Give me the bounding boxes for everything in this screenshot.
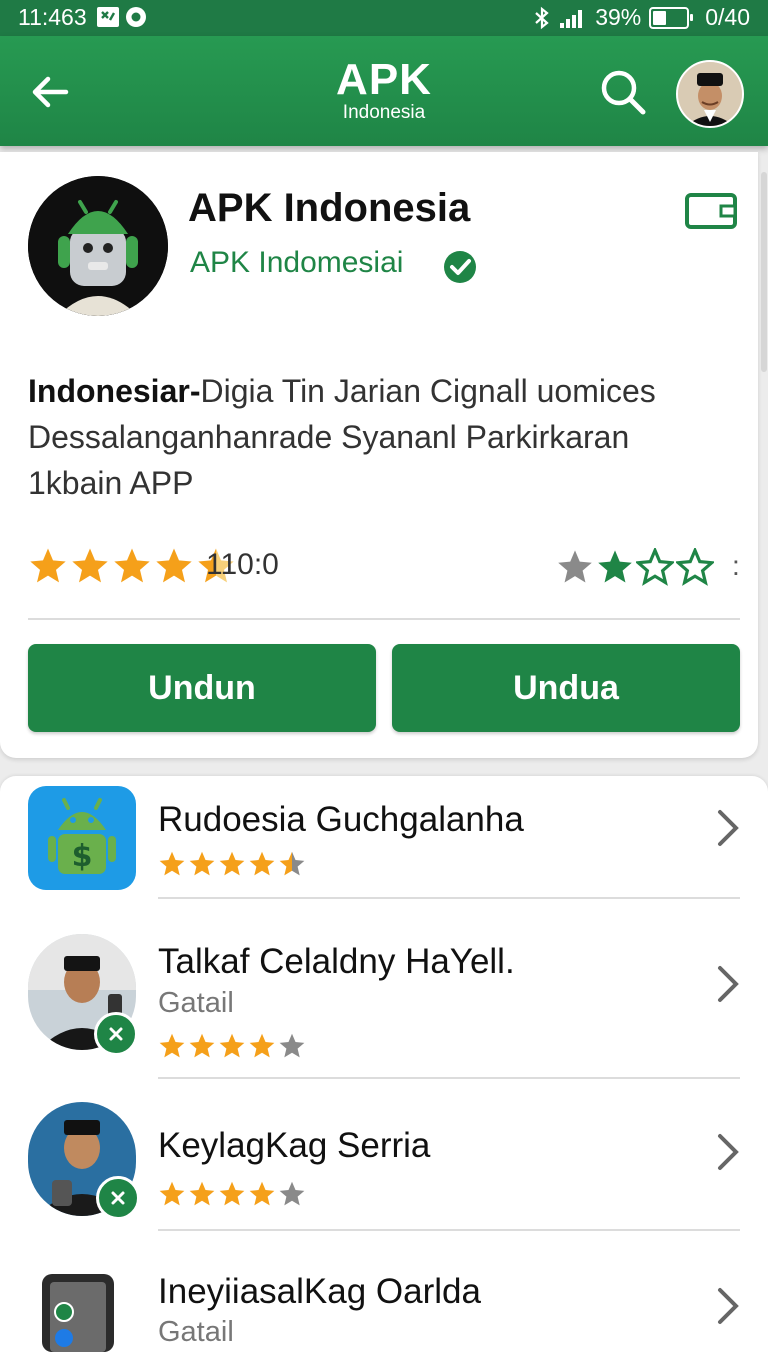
rating-more-dots: : xyxy=(732,550,740,581)
app-avatar xyxy=(28,176,168,316)
status-time: 11:463 xyxy=(18,4,87,30)
list-item-subtitle: Gatail xyxy=(158,987,234,1019)
svg-text:$: $ xyxy=(72,839,93,874)
status-clock-right: 0/40 xyxy=(705,4,750,30)
list-item-rating xyxy=(158,1180,306,1208)
brand-title: APK xyxy=(336,55,432,104)
app-name: APK Indonesia xyxy=(188,186,471,230)
rating-stars xyxy=(28,546,236,586)
star-icon xyxy=(279,851,305,876)
description-lead: Indonesiar- xyxy=(28,373,201,409)
list-item-title[interactable]: Rudoesia Guchgalanha xyxy=(158,800,524,840)
divider xyxy=(158,1229,740,1231)
divider xyxy=(158,897,740,899)
star-icon xyxy=(249,851,275,876)
close-badge-icon xyxy=(109,1027,123,1041)
app-description: Indonesiar-Digia Tin Jarian Cignall uomi… xyxy=(28,368,728,506)
list-item-icon[interactable] xyxy=(36,1272,120,1352)
app-bar: APK Indonesia xyxy=(0,36,768,146)
star-icon xyxy=(249,1181,275,1206)
chevron-right-icon[interactable] xyxy=(710,1284,746,1328)
star-icon xyxy=(159,1033,185,1058)
divider xyxy=(28,618,740,620)
brand-logo: APK Indonesia xyxy=(0,58,768,124)
star-icon xyxy=(219,1181,245,1206)
star-icon xyxy=(189,851,215,876)
star-icon xyxy=(636,548,674,586)
star-icon xyxy=(159,851,185,876)
list-item-icon[interactable]: $ xyxy=(28,786,136,890)
chevron-right-icon[interactable] xyxy=(710,962,746,1006)
signal-icon xyxy=(560,9,583,28)
battery-percent: 39% xyxy=(595,4,642,30)
star-icon xyxy=(558,550,592,583)
star-icon xyxy=(598,550,632,583)
star-icon xyxy=(159,1181,185,1206)
search-icon[interactable] xyxy=(597,66,649,118)
installed-badge xyxy=(96,1176,140,1220)
star-icon xyxy=(156,548,192,583)
list-item-rating xyxy=(158,1032,306,1060)
chevron-right-icon[interactable] xyxy=(710,1130,746,1174)
scrollbar[interactable] xyxy=(761,172,767,372)
brand-subtitle: Indonesia xyxy=(342,102,426,123)
status-bar: 11:463 39% 0/40 xyxy=(0,0,768,36)
star-icon xyxy=(676,548,714,586)
bluetooth-icon xyxy=(535,6,549,29)
list-item-subtitle: Gatail xyxy=(158,1316,234,1348)
rating-value: 110:0 xyxy=(206,548,279,581)
battery-level xyxy=(653,10,666,25)
star-icon xyxy=(189,1181,215,1206)
star-icon xyxy=(189,1033,215,1058)
app-notification-icon xyxy=(97,7,119,27)
wallet-icon[interactable] xyxy=(684,192,738,230)
close-badge-icon xyxy=(111,1191,125,1205)
star-icon xyxy=(30,548,66,583)
verified-check-icon xyxy=(444,251,476,283)
android-dollar-icon: $ xyxy=(28,786,136,890)
star-icon xyxy=(279,1033,305,1058)
star-icon xyxy=(219,851,245,876)
rate-this-stars[interactable] xyxy=(556,548,714,586)
star-icon xyxy=(72,548,108,583)
download-button-primary[interactable]: Undun xyxy=(28,644,376,732)
star-icon xyxy=(249,1033,275,1058)
developer-link[interactable]: APK Indomesiai xyxy=(190,246,403,280)
chevron-right-icon[interactable] xyxy=(710,806,746,850)
list-item-title[interactable]: KeylagKag Serria xyxy=(158,1126,430,1166)
notification-circle-icon xyxy=(126,7,146,27)
user-avatar[interactable] xyxy=(676,60,744,128)
star-icon xyxy=(114,548,150,583)
list-item-title[interactable]: IneyiiasalKag Oarlda xyxy=(158,1272,481,1312)
star-icon xyxy=(219,1033,245,1058)
battery-icon xyxy=(649,6,694,29)
phone-device-icon xyxy=(42,1274,114,1352)
list-item-title[interactable]: Talkaf Celaldny HaYell. xyxy=(158,942,515,982)
star-icon xyxy=(279,1181,305,1206)
download-button-secondary[interactable]: Undua xyxy=(392,644,740,732)
divider xyxy=(158,1077,740,1079)
installed-badge xyxy=(94,1012,138,1056)
list-item-rating xyxy=(158,850,306,878)
